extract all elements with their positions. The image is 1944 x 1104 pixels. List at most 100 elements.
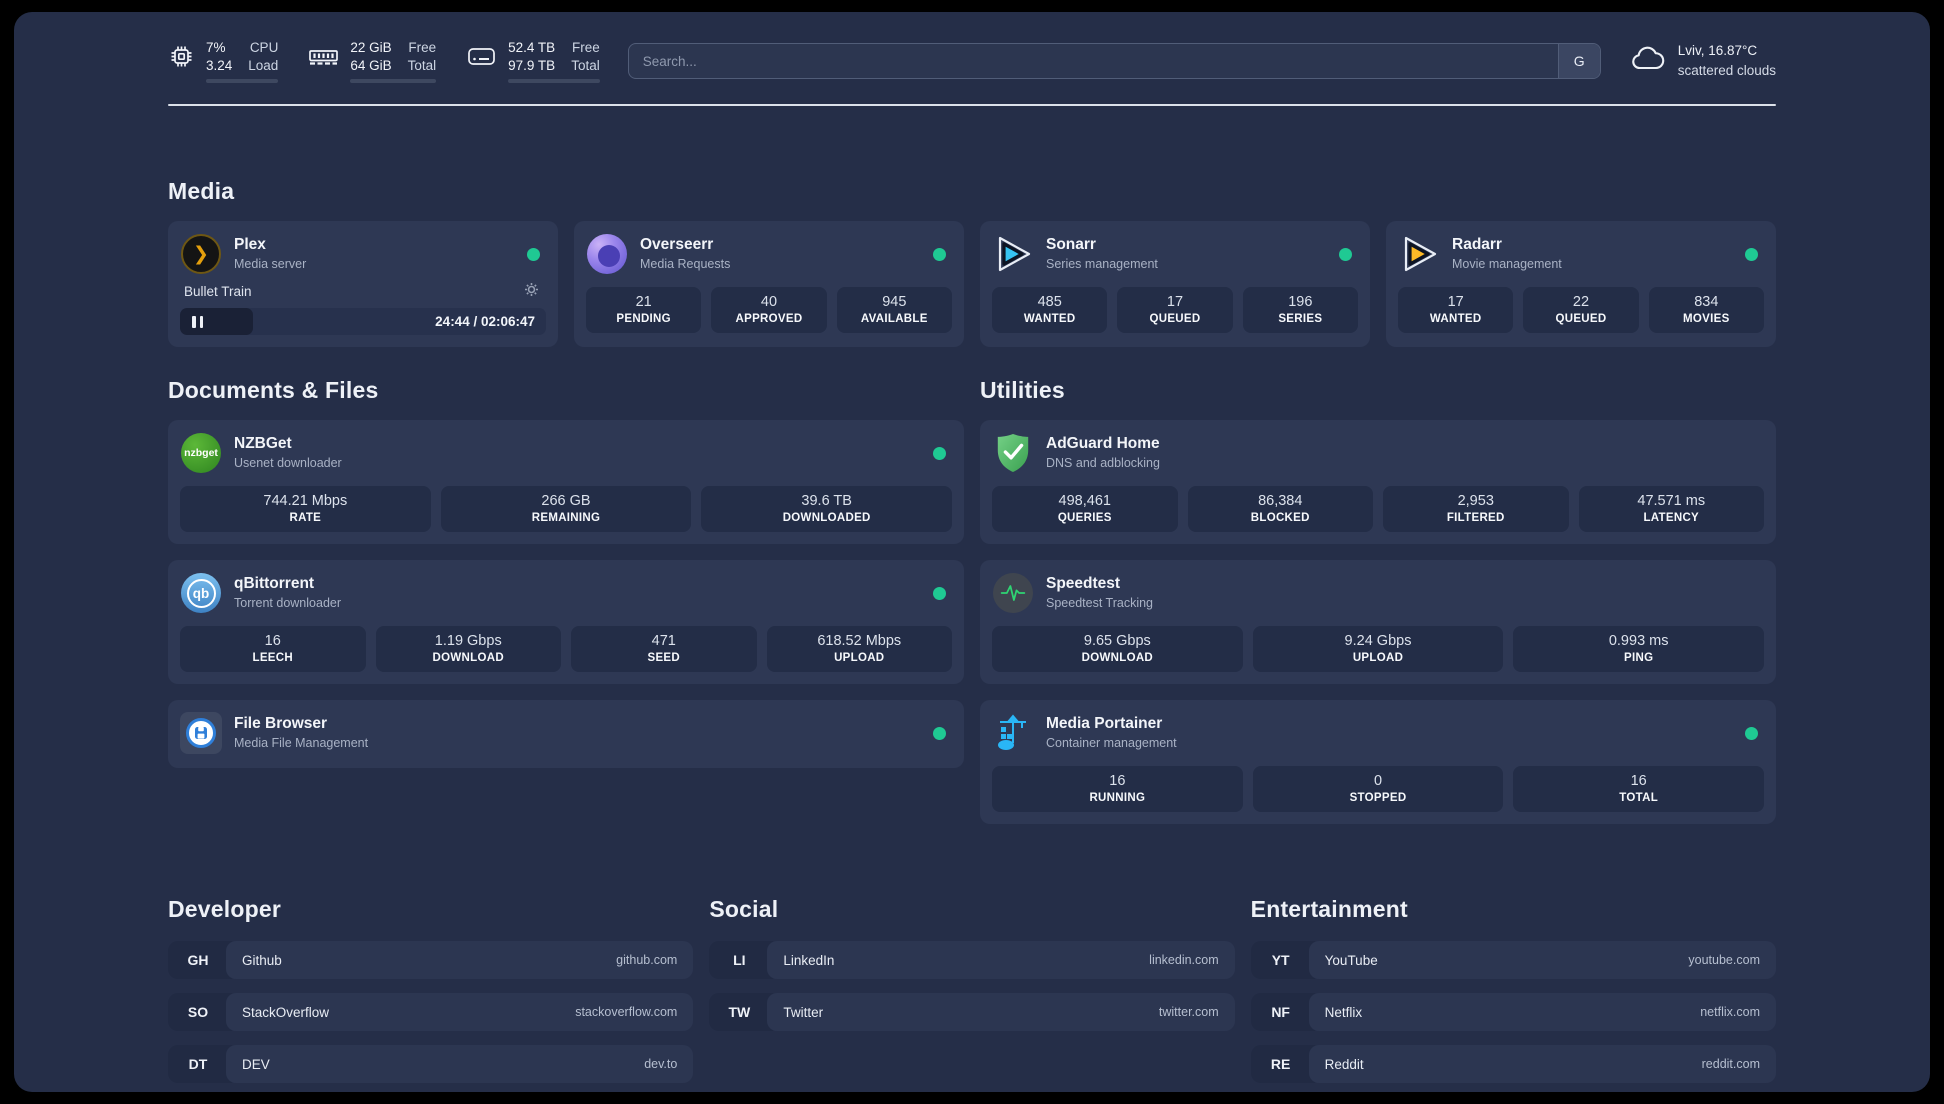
documents-section: Documents & Files nzbget NZBGet Usenet d…: [168, 377, 964, 840]
weather-condition: scattered clouds: [1677, 63, 1776, 78]
cpu-usage-label: CPU: [249, 39, 279, 55]
memory-resource-widget: 22 GiB 64 GiB Free Total: [308, 39, 437, 84]
radarr-card[interactable]: Radarr Movie management 17 WANTED 22 QUE…: [1386, 221, 1776, 347]
disk-total-label: Total: [571, 57, 600, 73]
search-provider-button[interactable]: G: [1557, 44, 1600, 78]
bookmark-stackoverflow[interactable]: SO StackOverflow stackoverflow.com: [168, 993, 694, 1031]
bookmark-dev[interactable]: DT DEV dev.to: [168, 1045, 694, 1083]
stat-box: 2,953 FILTERED: [1383, 486, 1569, 532]
cpu-icon: [168, 43, 195, 75]
stat-box: 196 SERIES: [1242, 287, 1358, 333]
stat-box: 0 STOPPED: [1252, 766, 1504, 812]
service-title: Sonarr: [1046, 236, 1096, 254]
bookmark-name: Twitter: [783, 1004, 824, 1020]
stat-box: 22 QUEUED: [1523, 287, 1639, 333]
media-section-heading: Media: [168, 178, 235, 204]
service-title: Speedtest: [1046, 575, 1121, 593]
bookmark-name: Github: [242, 952, 282, 968]
bookmark-name: DEV: [242, 1056, 270, 1072]
stat-box: 21 PENDING: [586, 287, 702, 333]
playback-progress-bar: 24:44 / 02:06:47: [180, 308, 546, 335]
memory-icon: [308, 43, 339, 75]
disk-icon: [466, 43, 497, 75]
nzbget-card[interactable]: nzbget NZBGet Usenet downloader 744.21 M…: [168, 420, 964, 544]
bookmark-youtube[interactable]: YT YouTube youtube.com: [1250, 941, 1776, 979]
cpu-load-value: 3.24: [206, 57, 233, 73]
service-title: Plex: [234, 236, 266, 254]
bookmark-url: youtube.com: [1688, 953, 1760, 967]
cpu-load-label: Load: [248, 57, 279, 73]
bookmark-github[interactable]: GH Github github.com: [168, 941, 694, 979]
stat-box: 945 AVAILABLE: [836, 287, 952, 333]
overseerr-card[interactable]: Overseerr Media Requests 21 PENDING 40 A…: [574, 221, 964, 347]
cpu-usage-value: 7%: [206, 39, 226, 55]
status-dot: [1339, 247, 1352, 261]
overseerr-icon: [586, 233, 628, 275]
memory-progress-bar: [350, 79, 437, 84]
plex-card[interactable]: ❯ Plex Media server Bullet Train 24:44 /…: [168, 221, 558, 347]
stat-box: 834 MOVIES: [1648, 287, 1764, 333]
service-subtitle: Series management: [1046, 257, 1158, 272]
stat-box: 16 RUNNING: [992, 766, 1243, 812]
sonarr-icon: [992, 233, 1034, 275]
plex-icon: ❯: [180, 233, 222, 275]
weather-widget: Lviv, 16.87°C scattered clouds: [1629, 41, 1776, 80]
service-subtitle: Container management: [1046, 736, 1177, 751]
stat-box: 485 WANTED: [992, 287, 1108, 333]
bookmark-reddit[interactable]: RE Reddit reddit.com: [1250, 1045, 1776, 1083]
memory-free-label: Free: [408, 39, 437, 55]
status-dot: [933, 586, 946, 600]
entertainment-heading: Entertainment: [1250, 896, 1408, 922]
search-bar: G: [627, 43, 1601, 79]
speedtest-card[interactable]: Speedtest Speedtest Tracking 9.65 Gbps D…: [980, 560, 1776, 684]
service-title: Overseerr: [640, 236, 714, 254]
status-dot: [933, 247, 946, 261]
bookmark-netflix[interactable]: NF Netflix netflix.com: [1250, 993, 1776, 1031]
bookmark-name: Reddit: [1324, 1056, 1364, 1072]
radarr-icon: [1398, 233, 1440, 275]
portainer-card[interactable]: Media Portainer Container management 16 …: [980, 700, 1776, 824]
service-title: File Browser: [234, 715, 328, 733]
entertainment-bookmarks: Entertainment YT YouTube youtube.com NF …: [1250, 896, 1776, 1092]
bookmark-url: twitter.com: [1158, 1005, 1219, 1019]
status-dot: [933, 446, 946, 460]
playback-time: 24:44 / 02:06:47: [435, 314, 535, 329]
adguard-card[interactable]: AdGuard Home DNS and adblocking 498,461 …: [980, 420, 1776, 544]
status-dot: [527, 247, 540, 261]
social-heading: Social: [709, 896, 779, 922]
gear-icon[interactable]: [523, 281, 540, 301]
service-title: qBittorrent: [234, 575, 315, 593]
bookmark-twitter[interactable]: TW Twitter twitter.com: [709, 993, 1235, 1031]
bookmark-url: netflix.com: [1700, 1005, 1760, 1019]
pause-icon[interactable]: [192, 315, 203, 328]
stat-box: 17 QUEUED: [1117, 287, 1233, 333]
disk-free-label: Free: [571, 39, 600, 55]
cloud-icon: [1629, 44, 1665, 79]
stat-box: 1.19 Gbps DOWNLOAD: [375, 626, 561, 672]
service-subtitle: Media server: [234, 257, 307, 272]
service-subtitle: Speedtest Tracking: [1046, 596, 1154, 611]
service-subtitle: DNS and adblocking: [1046, 456, 1160, 471]
service-title: AdGuard Home: [1046, 435, 1160, 453]
stat-box: 9.65 Gbps DOWNLOAD: [992, 626, 1243, 672]
nzbget-icon: nzbget: [180, 432, 222, 474]
filebrowser-card[interactable]: File Browser Media File Management: [168, 700, 964, 768]
disk-total-value: 97.9 TB: [508, 57, 556, 73]
now-playing-title: Bullet Train: [184, 283, 252, 299]
qbittorrent-icon: qb: [180, 572, 222, 614]
disk-progress-bar: [508, 79, 600, 84]
bookmark-linkedin[interactable]: LI LinkedIn linkedin.com: [709, 941, 1235, 979]
qbittorrent-card[interactable]: qb qBittorrent Torrent downloader 16 LEE…: [168, 560, 964, 684]
cpu-resource-widget: 7% 3.24 CPU Load: [168, 39, 279, 84]
search-input[interactable]: [628, 44, 1558, 78]
stat-box: 16 LEECH: [180, 626, 366, 672]
portainer-icon: [992, 712, 1034, 754]
service-title: Media Portainer: [1046, 715, 1163, 733]
filebrowser-icon: [180, 712, 222, 754]
weather-location-temp: Lviv, 16.87°C: [1677, 43, 1758, 59]
bookmark-url: stackoverflow.com: [575, 1005, 678, 1019]
stat-box: 86,384 BLOCKED: [1187, 486, 1373, 532]
developer-heading: Developer: [168, 896, 282, 922]
sonarr-card[interactable]: Sonarr Series management 485 WANTED 17 Q…: [980, 221, 1370, 347]
speedtest-icon: [992, 572, 1034, 614]
